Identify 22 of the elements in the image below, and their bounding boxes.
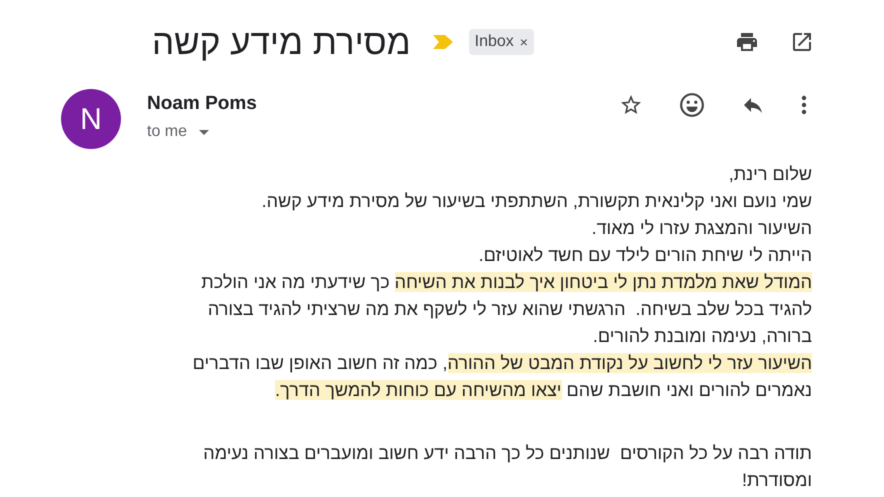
message-line: להגיד בכל שלב בשיחה. הרגשתי שהוא עזר לי לשקף את מה שרציתי להגיד בצורה xyxy=(208,298,812,321)
print-icon[interactable] xyxy=(734,30,760,54)
inbox-label[interactable]: Inbox × xyxy=(468,29,534,55)
recipient-text: to me xyxy=(147,122,188,142)
open-in-new-window-icon[interactable] xyxy=(790,30,814,54)
sender-name: Noam Poms xyxy=(147,92,257,116)
more-options-icon[interactable] xyxy=(801,95,807,115)
message-line: הייתה לי שיחת הורים לילד עם חשד לאוטיזם. xyxy=(478,244,812,267)
label-marker-icon xyxy=(432,35,453,49)
message-line: ברורה, נעימה ומובנת להורים. xyxy=(592,325,812,348)
email-subject: מסירת מידע קשה xyxy=(152,24,411,60)
message-line: ומסודרת! xyxy=(742,469,812,492)
sender-avatar: N xyxy=(61,89,121,149)
message-line: שלום רינת, xyxy=(728,163,812,186)
message-line: המודל שאת מלמדת נתן לי ביטחון איך לבנות את השיחה כך שידעתי מה אני הולכת xyxy=(201,271,812,294)
emoji-icon[interactable] xyxy=(679,92,705,118)
message-line: השיעור עזר לי לחשוב על נקודת המבט של ההורה, כמה זה חשוב האופן שבו הדברים xyxy=(192,352,812,375)
message-line: השיעור והמצגת עזרו לי מאוד. xyxy=(592,217,812,240)
caret-icon[interactable] xyxy=(199,130,210,134)
message-line: תודה רבה על כל הקורסים שנותנים כל כך הרבה ידע חשוב ומועברים בצורה נעימה xyxy=(203,442,812,465)
message-line: שמי נועם ואני קלינאית תקשורת, השתתפתי בשיעור של מסירת מידע קשה. xyxy=(262,190,812,213)
message-line: נאמרים להורים ואני חושבת שהם יצאו מהשיחה עם כוחות להמשך הדרך. xyxy=(275,379,812,402)
